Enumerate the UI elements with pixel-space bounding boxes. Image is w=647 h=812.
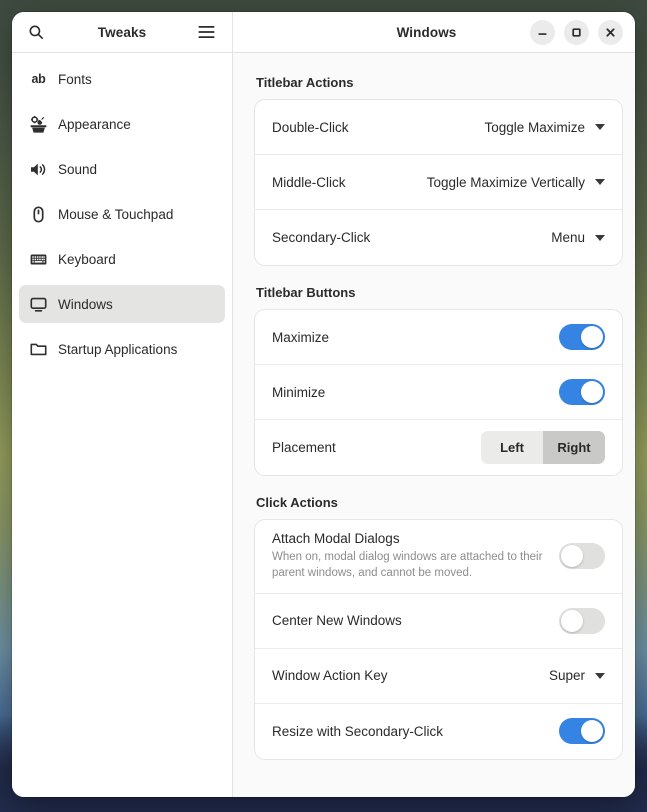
row-double-click: Double-Click Toggle Maximize xyxy=(255,100,622,155)
row-secondary-click: Secondary-Click Menu xyxy=(255,210,622,265)
row-label: Resize with Secondary-Click xyxy=(272,723,444,739)
row-label: Placement xyxy=(272,440,336,455)
sidebar-item-label: Appearance xyxy=(58,116,131,132)
double-click-dropdown[interactable]: Toggle Maximize xyxy=(484,120,605,135)
maximize-icon[interactable] xyxy=(564,19,589,45)
titlebar-actions-card: Double-Click Toggle Maximize Middle-Clic… xyxy=(254,99,623,266)
toggle-knob xyxy=(581,326,603,348)
chevron-down-icon xyxy=(595,672,605,679)
sidebar-item-keyboard[interactable]: Keyboard xyxy=(19,240,225,278)
row-maximize: Maximize xyxy=(255,310,622,365)
keyboard-icon xyxy=(30,251,47,268)
minimize-icon[interactable] xyxy=(530,19,555,45)
row-placement: Placement Left Right xyxy=(255,420,622,475)
section-title-click-actions: Click Actions xyxy=(256,495,338,510)
placement-segmented-control: Left Right xyxy=(481,431,605,464)
gnome-tweaks-window: Tweaks Windows ab Fonts Appearance Sound… xyxy=(12,12,635,797)
sidebar-item-label: Windows xyxy=(58,296,113,312)
row-window-action-key: Window Action Key Super xyxy=(255,649,622,704)
row-label: Minimize xyxy=(272,384,326,400)
mouse-icon xyxy=(30,205,47,223)
folder-icon xyxy=(30,341,47,358)
row-label: Center New Windows xyxy=(272,613,402,629)
sidebar-item-sound[interactable]: Sound xyxy=(19,150,225,188)
row-label: Double-Click xyxy=(272,119,349,135)
toggle-knob xyxy=(581,381,603,403)
page-title: Windows xyxy=(396,24,457,40)
dropdown-value: Toggle Maximize xyxy=(484,119,585,135)
sidebar-header: Tweaks xyxy=(12,12,233,52)
row-label: Attach Modal Dialogs xyxy=(272,531,400,546)
row-label: Maximize xyxy=(272,329,330,345)
row-attach-modal-dialogs: Attach Modal Dialogs When on, modal dial… xyxy=(255,520,622,594)
desktop-background: Tweaks Windows ab Fonts Appearance Sound… xyxy=(0,0,647,812)
click-actions-card: Attach Modal Dialogs When on, modal dial… xyxy=(254,519,623,760)
content-header: Windows xyxy=(233,12,635,52)
sidebar-item-label: Fonts xyxy=(58,71,92,87)
row-center-new-windows: Center New Windows xyxy=(255,594,622,649)
window-monitor-icon xyxy=(30,296,47,313)
close-icon[interactable] xyxy=(598,19,623,45)
dropdown-value: Toggle Maximize Vertically xyxy=(426,174,585,190)
section-title-titlebar-actions: Titlebar Actions xyxy=(256,75,354,90)
font-ab-icon: ab xyxy=(31,72,46,86)
header-bar: Tweaks Windows xyxy=(12,12,635,53)
sidebar-item-label: Sound xyxy=(58,161,98,177)
toggle-knob xyxy=(561,609,583,632)
sidebar-item-fonts[interactable]: ab Fonts xyxy=(19,60,225,98)
window-body: ab Fonts Appearance Sound Mouse & Touchp… xyxy=(12,53,635,797)
hamburger-menu-icon[interactable] xyxy=(194,20,219,45)
secondary-click-dropdown[interactable]: Menu xyxy=(551,230,605,245)
center-new-windows-toggle[interactable] xyxy=(559,607,605,634)
minimize-toggle[interactable] xyxy=(559,379,605,405)
chevron-down-icon xyxy=(595,124,605,130)
sidebar-item-appearance[interactable]: Appearance xyxy=(19,105,225,143)
chevron-down-icon xyxy=(595,234,605,241)
chevron-down-icon xyxy=(595,179,605,185)
attach-modal-dialogs-toggle[interactable] xyxy=(559,543,605,570)
sidebar-item-label: Keyboard xyxy=(58,251,116,267)
preferences-gear-wrench-icon xyxy=(30,115,47,133)
dropdown-value: Super xyxy=(548,668,585,684)
toggle-knob xyxy=(581,720,603,743)
settings-content: Titlebar Actions Double-Click Toggle Max… xyxy=(233,53,635,797)
section-title-titlebar-buttons: Titlebar Buttons xyxy=(256,285,356,300)
placement-option-left[interactable]: Left xyxy=(481,431,543,464)
sidebar-item-mouse-touchpad[interactable]: Mouse & Touchpad xyxy=(19,195,225,233)
resize-with-secondary-click-toggle[interactable] xyxy=(559,718,605,745)
row-label: Middle-Click xyxy=(272,174,346,190)
dropdown-value: Menu xyxy=(551,230,585,245)
row-middle-click: Middle-Click Toggle Maximize Vertically xyxy=(255,155,622,210)
row-label: Secondary-Click xyxy=(272,230,371,245)
sidebar-item-startup-applications[interactable]: Startup Applications xyxy=(19,330,225,368)
row-subtitle: When on, modal dialog windows are attach… xyxy=(272,551,543,580)
window-action-key-dropdown[interactable]: Super xyxy=(549,668,605,683)
row-minimize: Minimize xyxy=(255,365,622,420)
speaker-volume-icon xyxy=(30,161,47,178)
sidebar-item-label: Startup Applications xyxy=(58,341,178,357)
maximize-toggle[interactable] xyxy=(559,324,605,350)
toggle-knob xyxy=(561,545,583,568)
row-label: Window Action Key xyxy=(272,668,388,684)
sidebar-nav: ab Fonts Appearance Sound Mouse & Touchp… xyxy=(12,53,233,797)
placement-option-right[interactable]: Right xyxy=(543,431,605,464)
window-controls xyxy=(530,19,623,45)
row-resize-with-secondary-click: Resize with Secondary-Click xyxy=(255,704,622,759)
titlebar-buttons-card: Maximize Minimize Placement Left Right xyxy=(254,309,623,476)
search-icon[interactable] xyxy=(23,20,48,45)
sidebar-item-windows[interactable]: Windows xyxy=(19,285,225,323)
middle-click-dropdown[interactable]: Toggle Maximize Vertically xyxy=(427,175,605,190)
sidebar-item-label: Mouse & Touchpad xyxy=(58,206,174,222)
row-text-block: Attach Modal Dialogs When on, modal dial… xyxy=(272,520,559,593)
